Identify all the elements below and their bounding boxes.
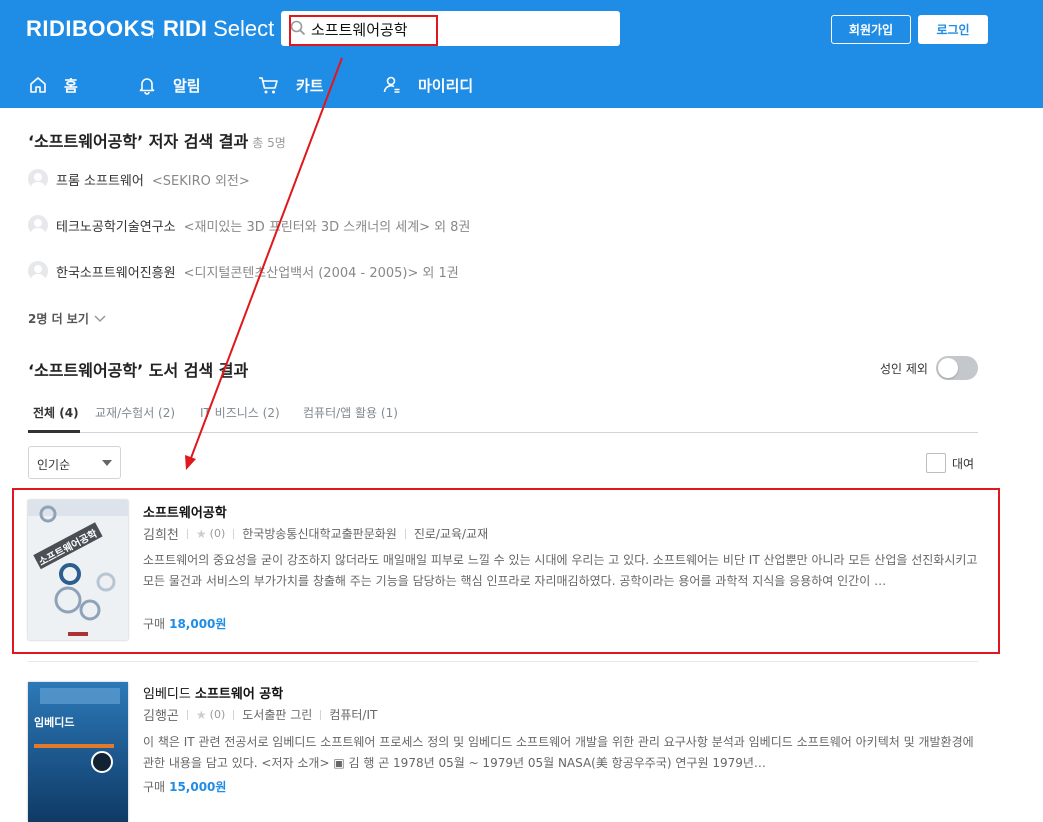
book-price[interactable]: 구매 15,000원 (143, 778, 226, 795)
book-cover[interactable]: 임베디드 (28, 682, 128, 822)
meta-divider (186, 709, 188, 720)
book-author[interactable]: 김행곤 (143, 705, 179, 724)
meta-divider (320, 709, 322, 720)
book-meta: 김행곤 ★ (0) 도서출판 그린 컴퓨터/IT (143, 705, 377, 725)
meta-divider (233, 709, 235, 720)
book-cover-title: 임베디드 (34, 715, 74, 729)
book-publisher[interactable]: 도서출판 그린 (242, 706, 312, 723)
book-category[interactable]: 컴퓨터/IT (329, 706, 377, 723)
book-rating: (0) (209, 708, 226, 721)
book-title[interactable]: 임베디드 소프트웨어 공학 (143, 683, 283, 702)
book-title-text: 소프트웨어 공학 (194, 687, 284, 702)
book-cover-image: 임베디드 (28, 682, 128, 822)
book-description: 이 책은 IT 관련 전공서로 임베디드 소프트웨어 프로세스 정의 및 임베디… (143, 735, 974, 770)
result-divider (28, 661, 978, 662)
book-title-prefix: 임베디드 (143, 687, 195, 702)
star-icon: ★ (195, 707, 207, 722)
annotation-arrow (185, 57, 343, 470)
